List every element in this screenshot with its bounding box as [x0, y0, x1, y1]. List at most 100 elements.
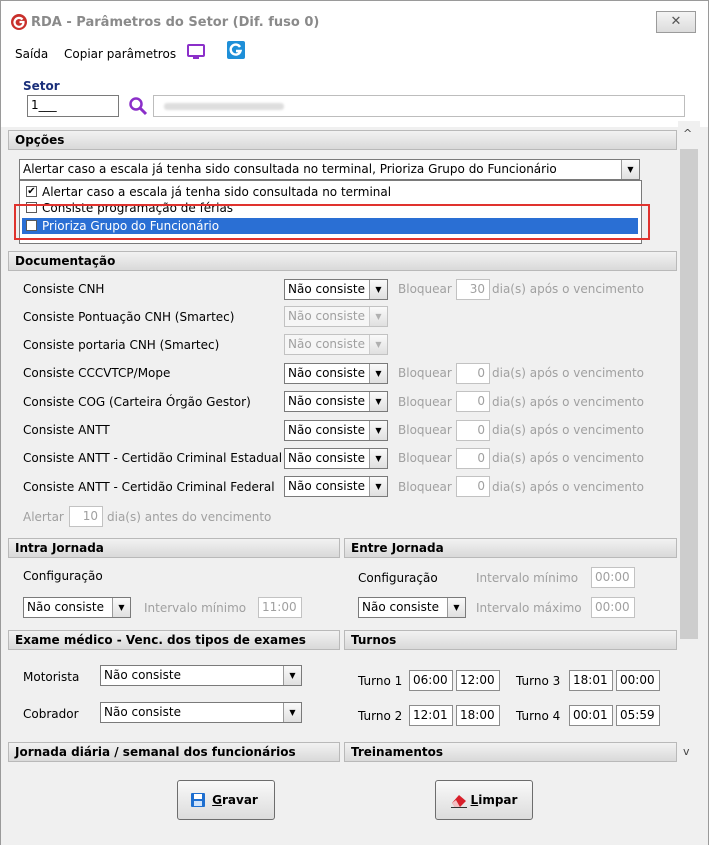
cobrador-label: Cobrador — [23, 707, 79, 721]
bloquear-label: Bloquear — [398, 451, 452, 465]
search-icon[interactable] — [128, 96, 148, 116]
entre-config-label: Configuração — [358, 571, 438, 585]
scroll-up-icon[interactable]: ^ — [683, 127, 692, 140]
entre-config-combo[interactable]: Não consiste ▼ — [358, 597, 466, 618]
alertar-label: Alertar — [23, 510, 64, 524]
chevron-down-icon[interactable]: ▼ — [369, 280, 387, 299]
doc-row-combo[interactable]: Não consiste ▼ — [284, 448, 388, 469]
turno-end-input[interactable]: 18:00 — [456, 705, 500, 726]
setor-label: Setor — [23, 79, 60, 93]
opcoes-combo[interactable]: Alertar caso a escala já tenha sido cons… — [19, 159, 640, 180]
doc-row-label: Consiste ANTT - Certidão Criminal Federa… — [23, 480, 275, 494]
bloquear-label: Bloquear — [398, 480, 452, 494]
chevron-down-icon[interactable]: ▼ — [112, 598, 130, 617]
documentacao-header: Documentação — [8, 251, 677, 271]
doc-row-label: Consiste CCCVTCP/Mope — [23, 366, 171, 380]
turnos-header: Turnos — [344, 630, 677, 650]
bloquear-days-input[interactable]: 0 — [456, 363, 490, 384]
entre-max-input[interactable]: 00:00 — [591, 597, 635, 618]
bloquear-days-input[interactable]: 0 — [456, 448, 490, 469]
turno-start-input[interactable]: 18:01 — [569, 670, 613, 691]
intra-intervalo-input[interactable]: 11:00 — [258, 597, 302, 618]
button-bar — [1, 770, 708, 845]
limpar-label: Limpar — [470, 793, 518, 807]
bloquear-label: Bloquear — [398, 423, 452, 437]
chevron-down-icon: ▼ — [369, 307, 387, 326]
bloquear-suffix: dia(s) após o vencimento — [492, 480, 645, 494]
checkbox-checked[interactable]: ✔ — [26, 186, 37, 197]
dialog-window: RDA - Parâmetros do Setor (Dif. fuso 0) … — [0, 0, 709, 845]
jornada-header: Jornada diária / semanal dos funcionário… — [8, 742, 340, 762]
bloquear-suffix: dia(s) após o vencimento — [492, 282, 645, 296]
menu-saida[interactable]: Saída — [15, 47, 48, 61]
chevron-down-icon[interactable]: ▼ — [369, 421, 387, 440]
combo-value: Não consiste — [288, 366, 365, 380]
cobrador-combo[interactable]: Não consiste ▼ — [100, 702, 302, 723]
turno-label: Turno 2 — [358, 709, 403, 723]
intra-config-combo[interactable]: Não consiste ▼ — [23, 597, 131, 618]
doc-row-combo[interactable]: Não consiste ▼ — [284, 279, 388, 300]
turno-start-input[interactable]: 00:01 — [569, 705, 613, 726]
blurred-description — [164, 103, 284, 110]
turno-label: Turno 1 — [358, 674, 403, 688]
highlight-annotation — [14, 204, 650, 240]
limpar-button[interactable]: Limpar — [435, 780, 533, 820]
scrollbar-thumb[interactable] — [680, 149, 698, 639]
chevron-down-icon[interactable]: ▼ — [369, 449, 387, 468]
motorista-combo[interactable]: Não consiste ▼ — [100, 665, 302, 686]
g-icon[interactable] — [225, 39, 247, 61]
turno-start-input[interactable]: 12:01 — [409, 705, 453, 726]
gravar-button[interactable]: Gravar — [177, 780, 275, 820]
intra-config-label: Configuração — [23, 569, 103, 583]
doc-row-label: Consiste ANTT - Certidão Criminal Estadu… — [23, 451, 283, 465]
window-title: RDA - Parâmetros do Setor (Dif. fuso 0) — [31, 15, 320, 30]
combo-value: Não consiste — [288, 394, 365, 408]
turno-start-input[interactable]: 06:00 — [409, 670, 453, 691]
menu-copiar-parametros[interactable]: Copiar parâmetros — [64, 47, 176, 61]
doc-row-combo[interactable]: Não consiste ▼ — [284, 476, 388, 497]
combo-value: Não consiste — [288, 282, 365, 296]
opcoes-combo-value: Alertar caso a escala já tenha sido cons… — [23, 162, 557, 176]
chevron-down-icon[interactable]: ▼ — [447, 598, 465, 617]
turno-end-input[interactable]: 00:00 — [616, 670, 660, 691]
save-icon — [191, 793, 205, 807]
doc-row-label: Consiste portaria CNH (Smartec) — [23, 338, 220, 352]
entre-jornada-header: Entre Jornada — [344, 538, 677, 558]
bloquear-days-input[interactable]: 0 — [456, 420, 490, 441]
chevron-down-icon: ▼ — [369, 335, 387, 354]
combo-value: Não consiste — [27, 600, 104, 614]
close-button[interactable]: ✕ — [656, 11, 696, 33]
turno-end-input[interactable]: 05:59 — [616, 705, 660, 726]
alertar-suffix: dia(s) antes do vencimento — [107, 510, 272, 524]
chevron-down-icon[interactable]: ▼ — [621, 160, 639, 179]
entre-min-input[interactable]: 00:00 — [591, 567, 635, 588]
turno-end-input[interactable]: 12:00 — [456, 670, 500, 691]
monitor-icon[interactable] — [185, 41, 207, 63]
chevron-down-icon[interactable]: ▼ — [369, 477, 387, 496]
vertical-scrollbar[interactable]: ^ v — [678, 121, 700, 766]
setor-code-input[interactable]: 1___ — [27, 95, 119, 117]
turno-label: Turno 4 — [516, 709, 561, 723]
bloquear-days-input[interactable]: 0 — [456, 476, 490, 497]
chevron-down-icon[interactable]: ▼ — [369, 364, 387, 383]
opcoes-list-item[interactable]: ✔ Alertar caso a escala já tenha sido co… — [22, 184, 638, 200]
doc-row-combo[interactable]: Não consiste ▼ — [284, 420, 388, 441]
bloquear-days-input[interactable]: 30 — [456, 279, 490, 300]
bloquear-days-input[interactable]: 0 — [456, 391, 490, 412]
combo-value: Não consiste — [288, 451, 365, 465]
chevron-down-icon[interactable]: ▼ — [283, 666, 301, 685]
chevron-down-icon[interactable]: ▼ — [283, 703, 301, 722]
doc-row-combo[interactable]: Não consiste ▼ — [284, 363, 388, 384]
alertar-days-input[interactable]: 10 — [69, 506, 103, 527]
bloquear-suffix: dia(s) após o vencimento — [492, 366, 645, 380]
doc-row-combo: Não consiste ▼ — [284, 334, 388, 355]
doc-row-combo[interactable]: Não consiste ▼ — [284, 391, 388, 412]
chevron-down-icon[interactable]: ▼ — [369, 392, 387, 411]
combo-value: Não consiste — [104, 705, 181, 719]
scroll-down-icon[interactable]: v — [683, 745, 690, 758]
eraser-icon — [451, 795, 467, 808]
bloquear-suffix: dia(s) após o vencimento — [492, 451, 645, 465]
combo-value: Não consiste — [362, 600, 439, 614]
bloquear-label: Bloquear — [398, 366, 452, 380]
app-logo-icon — [11, 14, 27, 30]
